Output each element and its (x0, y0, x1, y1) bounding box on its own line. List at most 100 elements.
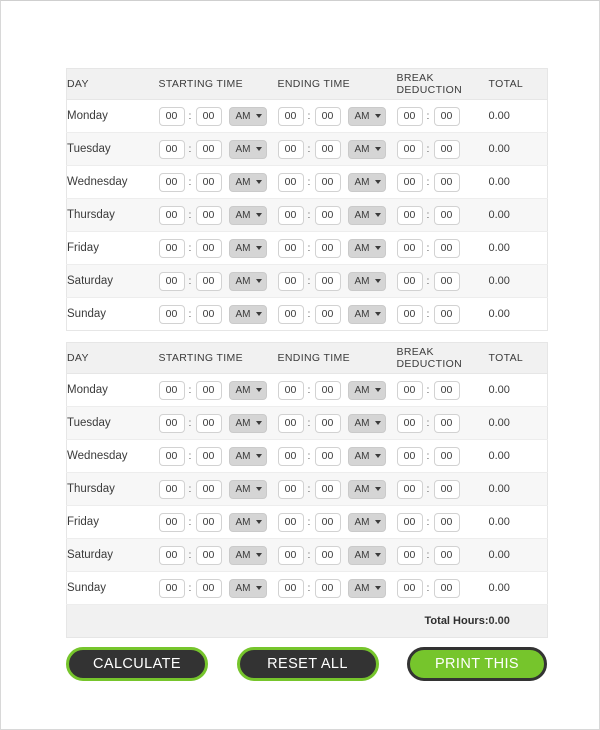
start-meridiem-select[interactable]: AM (228, 139, 267, 159)
end-hours-input[interactable]: 00 (277, 512, 304, 532)
start-minutes-input[interactable]: 00 (195, 380, 222, 400)
end-meridiem-select[interactable]: AM (347, 139, 386, 159)
start-minutes-input[interactable]: 00 (195, 271, 222, 291)
break-hours-input[interactable]: 00 (396, 106, 423, 126)
break-minutes-input[interactable]: 00 (433, 106, 460, 126)
end-hours-input[interactable]: 00 (277, 205, 304, 225)
start-minutes-input[interactable]: 00 (195, 139, 222, 159)
start-meridiem-select[interactable]: AM (228, 545, 267, 565)
end-hours-input[interactable]: 00 (277, 446, 304, 466)
start-hours-input[interactable]: 00 (158, 413, 185, 433)
break-minutes-input[interactable]: 00 (433, 446, 460, 466)
break-minutes-input[interactable]: 00 (433, 271, 460, 291)
start-hours-input[interactable]: 00 (158, 271, 185, 291)
start-hours-input[interactable]: 00 (158, 139, 185, 159)
start-minutes-input[interactable]: 00 (195, 238, 222, 258)
end-minutes-input[interactable]: 00 (314, 545, 341, 565)
end-minutes-input[interactable]: 00 (314, 238, 341, 258)
start-minutes-input[interactable]: 00 (195, 512, 222, 532)
break-minutes-input[interactable]: 00 (433, 479, 460, 499)
start-meridiem-select[interactable]: AM (228, 205, 267, 225)
start-meridiem-select[interactable]: AM (228, 238, 267, 258)
end-meridiem-select[interactable]: AM (347, 271, 386, 291)
break-minutes-input[interactable]: 00 (433, 413, 460, 433)
end-minutes-input[interactable]: 00 (314, 578, 341, 598)
break-minutes-input[interactable]: 00 (433, 172, 460, 192)
end-hours-input[interactable]: 00 (277, 271, 304, 291)
end-hours-input[interactable]: 00 (277, 139, 304, 159)
end-meridiem-select[interactable]: AM (347, 304, 386, 324)
start-hours-input[interactable]: 00 (158, 545, 185, 565)
break-minutes-input[interactable]: 00 (433, 139, 460, 159)
start-minutes-input[interactable]: 00 (195, 578, 222, 598)
end-minutes-input[interactable]: 00 (314, 446, 341, 466)
start-hours-input[interactable]: 00 (158, 205, 185, 225)
end-meridiem-select[interactable]: AM (347, 106, 386, 126)
start-hours-input[interactable]: 00 (158, 380, 185, 400)
start-hours-input[interactable]: 00 (158, 304, 185, 324)
end-minutes-input[interactable]: 00 (314, 304, 341, 324)
break-minutes-input[interactable]: 00 (433, 304, 460, 324)
break-hours-input[interactable]: 00 (396, 238, 423, 258)
break-minutes-input[interactable]: 00 (433, 238, 460, 258)
end-minutes-input[interactable]: 00 (314, 380, 341, 400)
break-minutes-input[interactable]: 00 (433, 205, 460, 225)
end-meridiem-select[interactable]: AM (347, 479, 386, 499)
break-hours-input[interactable]: 00 (396, 304, 423, 324)
end-hours-input[interactable]: 00 (277, 106, 304, 126)
end-hours-input[interactable]: 00 (277, 380, 304, 400)
end-hours-input[interactable]: 00 (277, 304, 304, 324)
start-minutes-input[interactable]: 00 (195, 479, 222, 499)
start-meridiem-select[interactable]: AM (228, 106, 267, 126)
break-hours-input[interactable]: 00 (396, 446, 423, 466)
break-hours-input[interactable]: 00 (396, 545, 423, 565)
calculate-button[interactable]: CALCULATE (66, 647, 208, 681)
end-hours-input[interactable]: 00 (277, 238, 304, 258)
end-minutes-input[interactable]: 00 (314, 139, 341, 159)
end-meridiem-select[interactable]: AM (347, 578, 386, 598)
start-minutes-input[interactable]: 00 (195, 413, 222, 433)
break-hours-input[interactable]: 00 (396, 271, 423, 291)
start-hours-input[interactable]: 00 (158, 512, 185, 532)
end-meridiem-select[interactable]: AM (347, 413, 386, 433)
start-hours-input[interactable]: 00 (158, 578, 185, 598)
end-minutes-input[interactable]: 00 (314, 271, 341, 291)
break-hours-input[interactable]: 00 (396, 380, 423, 400)
print-button[interactable]: PRINT THIS (407, 647, 547, 681)
start-minutes-input[interactable]: 00 (195, 304, 222, 324)
start-minutes-input[interactable]: 00 (195, 446, 222, 466)
break-minutes-input[interactable]: 00 (433, 578, 460, 598)
start-hours-input[interactable]: 00 (158, 106, 185, 126)
end-hours-input[interactable]: 00 (277, 413, 304, 433)
reset-button[interactable]: RESET ALL (236, 647, 379, 681)
break-minutes-input[interactable]: 00 (433, 545, 460, 565)
end-meridiem-select[interactable]: AM (347, 545, 386, 565)
start-hours-input[interactable]: 00 (158, 446, 185, 466)
end-minutes-input[interactable]: 00 (314, 106, 341, 126)
break-hours-input[interactable]: 00 (396, 205, 423, 225)
start-hours-input[interactable]: 00 (158, 238, 185, 258)
start-meridiem-select[interactable]: AM (228, 446, 267, 466)
start-meridiem-select[interactable]: AM (228, 271, 267, 291)
start-minutes-input[interactable]: 00 (195, 205, 222, 225)
break-hours-input[interactable]: 00 (396, 139, 423, 159)
start-hours-input[interactable]: 00 (158, 172, 185, 192)
start-meridiem-select[interactable]: AM (228, 304, 267, 324)
start-meridiem-select[interactable]: AM (228, 578, 267, 598)
start-meridiem-select[interactable]: AM (228, 380, 267, 400)
end-meridiem-select[interactable]: AM (347, 172, 386, 192)
start-minutes-input[interactable]: 00 (195, 172, 222, 192)
end-minutes-input[interactable]: 00 (314, 205, 341, 225)
end-minutes-input[interactable]: 00 (314, 413, 341, 433)
end-minutes-input[interactable]: 00 (314, 172, 341, 192)
end-meridiem-select[interactable]: AM (347, 205, 386, 225)
break-hours-input[interactable]: 00 (396, 172, 423, 192)
end-meridiem-select[interactable]: AM (347, 512, 386, 532)
start-meridiem-select[interactable]: AM (228, 479, 267, 499)
end-hours-input[interactable]: 00 (277, 479, 304, 499)
end-minutes-input[interactable]: 00 (314, 479, 341, 499)
break-hours-input[interactable]: 00 (396, 512, 423, 532)
break-minutes-input[interactable]: 00 (433, 512, 460, 532)
break-hours-input[interactable]: 00 (396, 479, 423, 499)
end-meridiem-select[interactable]: AM (347, 238, 386, 258)
